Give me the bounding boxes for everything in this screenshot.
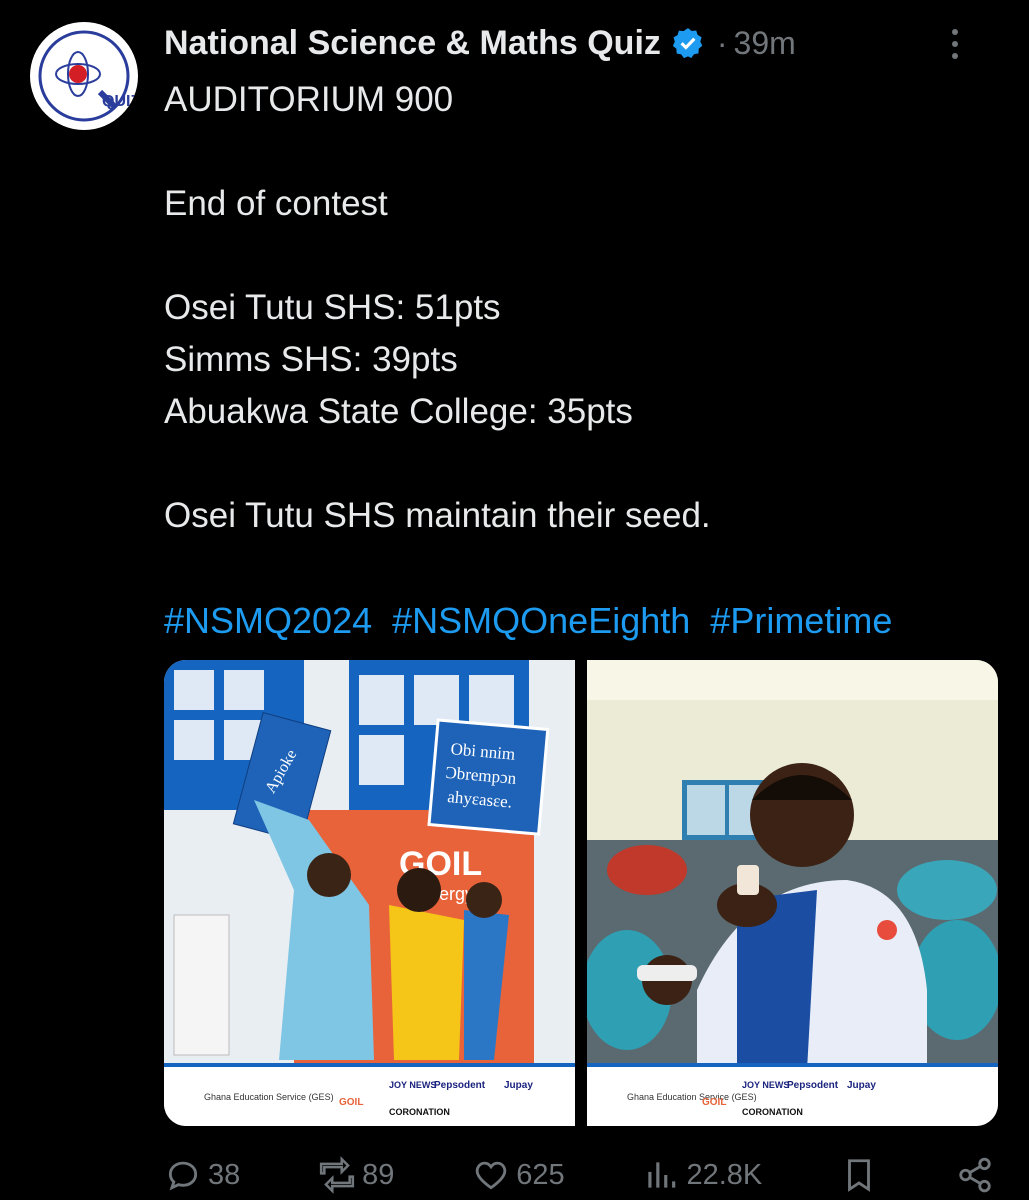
- sponsor-pepsodent: Pepsodent: [787, 1080, 839, 1091]
- repost-icon: [320, 1156, 355, 1194]
- tweet-header: National Science & Maths Quiz · 39m: [164, 18, 999, 68]
- hashtags: #NSMQ2024 #NSMQOneEighth #Primetime: [164, 596, 902, 646]
- tweet-line: [164, 230, 1004, 282]
- tweet-line: Simms SHS: 39pts: [164, 340, 458, 379]
- photo-celebrating-students[interactable]: GOIL energy Apioke Obi nnim Ɔbrempɔn ahy…: [164, 660, 575, 1126]
- views-count: 22.8K: [686, 1158, 763, 1191]
- sponsor-ges: Ghana Education Service (GES): [627, 1092, 757, 1102]
- more-icon[interactable]: [935, 22, 975, 66]
- author-name[interactable]: National Science & Maths Quiz: [164, 24, 661, 63]
- tweet-line: Osei Tutu SHS: 51pts: [164, 288, 501, 327]
- share-icon: [959, 1157, 991, 1193]
- like-button[interactable]: 625: [472, 1156, 565, 1194]
- tweet-line: [164, 126, 1004, 178]
- tweet-text: AUDITORIUM 900 End of contest Osei Tutu …: [164, 74, 1004, 542]
- sponsor-jupay: Jupay: [504, 1080, 533, 1091]
- reply-icon: [168, 1161, 198, 1191]
- repost-count: 89: [362, 1158, 395, 1191]
- views-icon: [648, 1162, 676, 1188]
- nsmq-logo: QUIZ: [34, 26, 138, 126]
- like-count: 625: [516, 1158, 565, 1191]
- avatar-logo-text: QUIZ: [102, 93, 138, 110]
- verified-badge-icon: [672, 28, 703, 59]
- sponsor-coronation: CORONATION: [742, 1107, 803, 1117]
- repost-button[interactable]: 89: [318, 1156, 394, 1194]
- tweet-line: AUDITORIUM 900: [164, 80, 454, 119]
- sponsor-joy: JOY NEWS: [742, 1080, 789, 1090]
- sponsor-coronation: CORONATION: [389, 1107, 450, 1117]
- sponsor-joy: JOY NEWS: [389, 1080, 436, 1090]
- sponsor-ges: Ghana Education Service (GES): [204, 1092, 334, 1102]
- time-separator: ·: [716, 24, 728, 61]
- photo-smiling-man[interactable]: Ghana Education Service (GES) GOIL JOY N…: [587, 660, 998, 1126]
- reply-button[interactable]: 38: [164, 1156, 240, 1194]
- hashtag-link[interactable]: #Primetime: [710, 600, 892, 641]
- hashtag-link[interactable]: #NSMQ2024: [164, 600, 372, 641]
- views-button[interactable]: 22.8K: [642, 1156, 762, 1194]
- reply-count: 38: [208, 1158, 241, 1191]
- bookmark-button[interactable]: [840, 1156, 878, 1194]
- tweet-line: Abuakwa State College: 35pts: [164, 392, 633, 431]
- tweet-line: [164, 438, 1004, 490]
- bookmark-icon: [848, 1159, 871, 1192]
- post-time[interactable]: 39m: [734, 25, 796, 62]
- tweet-line: Osei Tutu SHS maintain their seed.: [164, 496, 711, 535]
- avatar[interactable]: QUIZ: [30, 22, 138, 130]
- sponsor-goil: GOIL: [339, 1097, 363, 1108]
- sponsor-jupay: Jupay: [847, 1080, 876, 1091]
- action-bar: 38 89 625 22.8K: [164, 1150, 994, 1200]
- hashtag-link[interactable]: #NSMQOneEighth: [392, 600, 690, 641]
- sponsor-goil: GOIL: [702, 1097, 726, 1108]
- tweet-line: End of contest: [164, 184, 388, 223]
- media-grid: GOIL energy Apioke Obi nnim Ɔbrempɔn ahy…: [164, 660, 998, 1126]
- share-button[interactable]: [956, 1156, 994, 1194]
- sponsor-pepsodent: Pepsodent: [434, 1080, 486, 1091]
- like-icon: [475, 1161, 507, 1190]
